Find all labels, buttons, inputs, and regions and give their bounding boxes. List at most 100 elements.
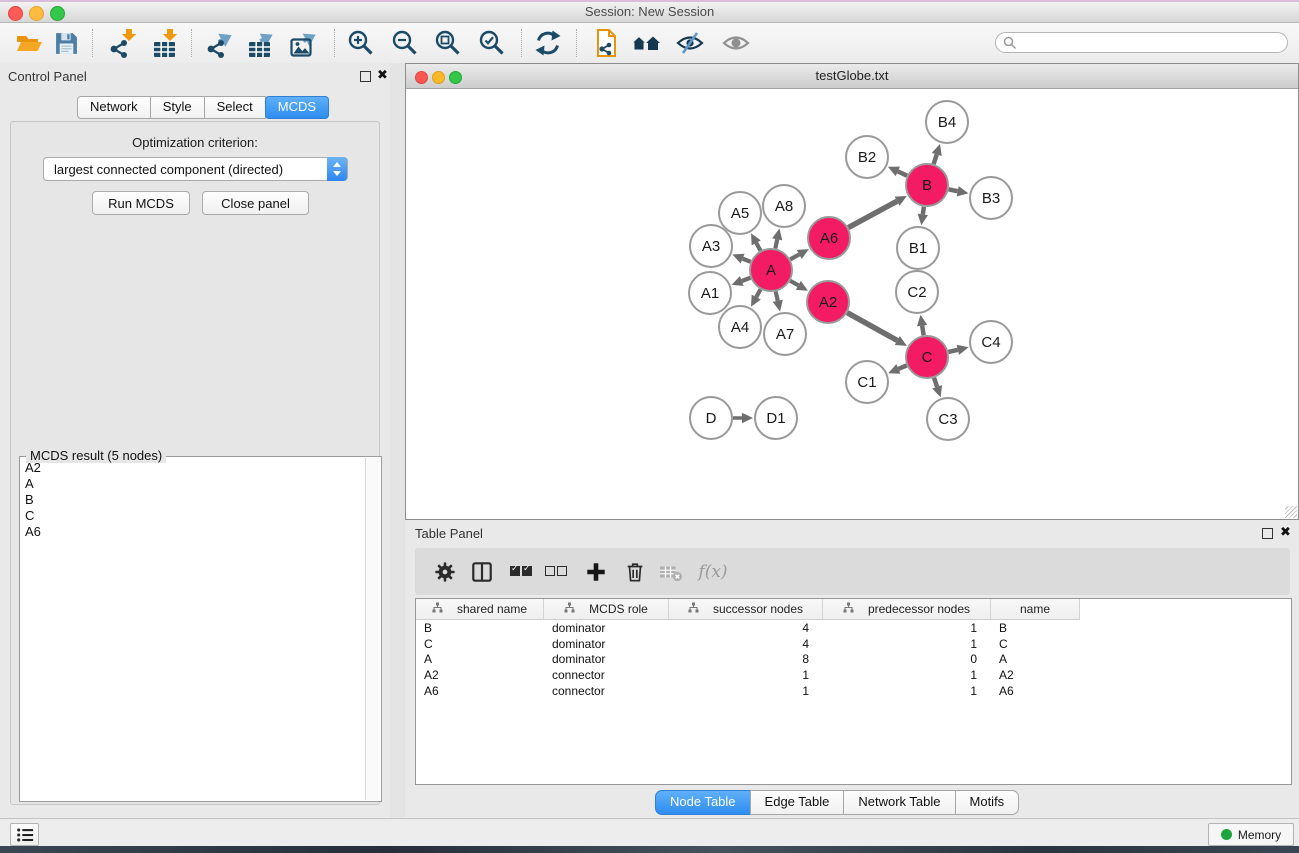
column-header-predecessor-nodes[interactable]: predecessor nodes [823,599,991,620]
table-row[interactable]: A6connector11A6 [416,683,1291,699]
close-panel-button[interactable]: Close panel [202,191,309,215]
new-network-from-selection-button[interactable] [590,28,624,58]
graph-edge-A6-B[interactable] [848,201,897,227]
show-column-button[interactable] [466,556,498,588]
zoom-selected-button[interactable] [475,28,509,58]
column-header-MCDS-role[interactable]: MCDS role [544,599,669,620]
optimization-criterion-label: Optimization criterion: [11,135,379,150]
mcds-result-item[interactable]: C [21,508,363,524]
graph-edge-A-A6[interactable] [790,254,799,259]
network-minimize-light[interactable] [432,71,445,84]
graph-edge-A-A4[interactable] [756,289,760,297]
graph-edge-B-B1[interactable] [923,207,924,215]
column-header-name[interactable]: name [991,599,1080,620]
hierarchy-icon [688,602,699,616]
graph-edge-C-C2[interactable] [922,326,923,336]
table-settings-button[interactable] [429,556,461,588]
float-panel-icon[interactable] [360,71,371,82]
table-cell: 1 [823,621,991,635]
zoom-window-light[interactable] [50,6,65,21]
column-header-successor-nodes[interactable]: successor nodes [669,599,823,620]
zoom-fit-button[interactable] [431,28,465,58]
table-row[interactable]: Adominator80A [416,652,1291,668]
table-row[interactable]: Cdominator41C [416,636,1291,652]
homes-icon [631,30,663,56]
add-row-button[interactable] [580,556,612,588]
graph-edge-A-A2[interactable] [790,281,798,286]
graph-edge-C-C1[interactable] [898,365,906,368]
graph-arrowhead [957,186,969,196]
table-row[interactable]: A2connector11A2 [416,667,1291,683]
graph-edge-A-A7[interactable] [776,291,778,300]
graph-node-label: A6 [820,230,838,247]
graph-edge-B-B2[interactable] [898,171,907,175]
graph-edge-C-C4[interactable] [948,350,957,352]
tab-mcds[interactable]: MCDS [265,96,329,119]
graph-edge-B-B4[interactable] [934,154,937,164]
close-panel-icon[interactable]: ✖ [1280,524,1291,540]
graph-edge-A-A5[interactable] [756,243,760,251]
delete-row-button[interactable] [619,556,651,588]
mcds-result-item[interactable]: B [21,492,363,508]
run-mcds-button[interactable]: Run MCDS [92,191,190,215]
export-table-button[interactable] [244,28,278,58]
table-panel: Table Panel ✖ [405,520,1299,818]
function-builder-button[interactable]: f(x) [693,556,733,588]
import-network-button[interactable] [105,28,139,58]
delete-table-button[interactable] [655,556,687,588]
search-input[interactable] [1017,35,1271,51]
memory-button[interactable]: Memory [1208,823,1294,846]
float-panel-icon[interactable] [1262,528,1273,539]
mcds-result-item[interactable]: A [21,476,363,492]
import-table-button[interactable] [149,28,183,58]
tab-edge-table[interactable]: Edge Table [750,790,845,815]
network-canvas[interactable]: B4B2BB3A8A5A6A3B1AC2A1A2A4A7C4CC1C3DD1 [406,89,1298,519]
close-panel-icon[interactable]: ✖ [377,67,388,83]
graph-edge-A2-C[interactable] [847,313,897,341]
eye-icon [722,30,750,56]
mcds-result-item[interactable]: A6 [21,524,363,540]
hide-selected-button[interactable] [673,28,707,58]
zoom-out-button[interactable] [388,28,422,58]
first-neighbors-button[interactable] [630,28,664,58]
tab-select[interactable]: Select [204,96,266,119]
graph-edge-A-A3[interactable] [743,259,751,262]
task-history-button[interactable] [10,823,39,846]
show-all-button[interactable] [719,28,753,58]
graph-node-label: C1 [857,374,876,391]
tab-style[interactable]: Style [150,96,205,119]
export-image-button[interactable] [287,28,321,58]
mcds-result-item[interactable]: A2 [21,460,363,476]
criterion-select[interactable]: largest connected component (directed) [43,157,348,181]
control-panel: Control Panel ✖ NetworkStyleSelectMCDS O… [0,63,390,818]
close-window-light[interactable] [8,6,23,21]
tab-node-table[interactable]: Node Table [655,790,751,815]
graph-edge-C-C3[interactable] [934,378,937,387]
zoom-in-button[interactable] [344,28,378,58]
node-table[interactable]: shared nameMCDS rolesuccessor nodesprede… [415,598,1292,785]
network-zoom-light[interactable] [449,71,462,84]
table-cell: 4 [669,621,823,635]
open-session-button[interactable] [12,28,46,58]
graph-edge-A-A1[interactable] [742,278,751,281]
select-all-button[interactable] [505,556,537,588]
network-close-light[interactable] [415,71,428,84]
search-icon [1003,36,1017,50]
tab-network-table[interactable]: Network Table [843,790,955,815]
save-session-button[interactable] [49,28,83,58]
mcds-result-scrollbar[interactable] [365,458,380,800]
unselect-all-button[interactable] [540,556,572,588]
window-resize-grip[interactable] [1285,506,1297,518]
export-network-button[interactable] [202,28,236,58]
tab-motifs[interactable]: Motifs [955,790,1020,815]
column-header-shared-name[interactable]: shared name [416,599,544,620]
graph-edge-B-B3[interactable] [949,189,958,191]
apply-layout-button[interactable] [531,28,565,58]
minimize-window-light[interactable] [29,6,44,21]
tab-network[interactable]: Network [77,96,151,119]
graph-edge-A-A8[interactable] [775,239,777,248]
control-panel-tabs: NetworkStyleSelectMCDS [77,96,329,119]
table-row[interactable]: Bdominator41B [416,620,1291,636]
panel-splitter[interactable] [390,63,405,818]
search-field[interactable] [995,32,1288,53]
